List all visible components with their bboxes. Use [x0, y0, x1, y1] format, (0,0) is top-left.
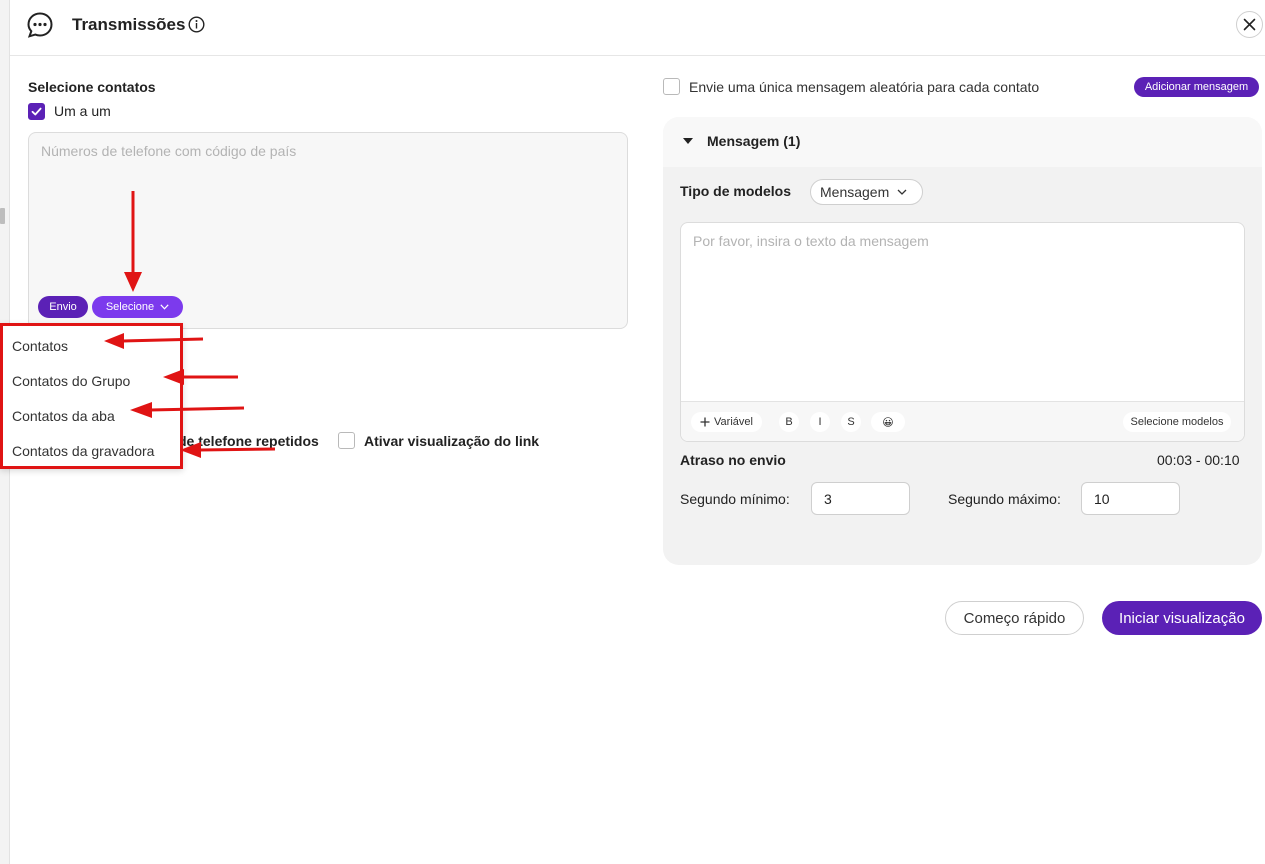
collapse-handle[interactable] [0, 208, 5, 224]
bold-button[interactable]: B [779, 412, 799, 432]
send-delay-range: 00:03 - 00:10 [1157, 452, 1240, 468]
message-panel: Mensagem (1) Tipo de modelos Mensagem Po… [663, 117, 1262, 565]
envio-button[interactable]: Envio [38, 296, 88, 318]
menu-item-contatos[interactable]: Contatos [12, 338, 68, 354]
message-panel-header[interactable]: Mensagem (1) [663, 117, 1262, 167]
add-message-button[interactable]: Adicionar mensagem [1134, 77, 1259, 97]
template-type-label: Tipo de modelos [680, 183, 791, 199]
info-icon[interactable] [188, 16, 205, 33]
select-contacts-dropdown[interactable]: Selecione [92, 296, 183, 318]
caret-down-icon [683, 138, 693, 144]
chevron-down-icon [160, 304, 169, 310]
select-dropdown-label: Selecione [105, 301, 155, 313]
send-delay-label: Atraso no envio [680, 452, 786, 468]
chat-bubble-icon [27, 12, 53, 38]
quick-start-button[interactable]: Começo rápido [945, 601, 1084, 635]
select-contacts-label: Selecione contatos [28, 79, 156, 95]
select-templates-button[interactable]: Selecione modelos [1123, 412, 1231, 432]
menu-item-contatos-grupo[interactable]: Contatos do Grupo [12, 373, 130, 389]
start-preview-button[interactable]: Iniciar visualização [1102, 601, 1262, 635]
contacts-source-menu: Contatos Contatos do Grupo Contatos da a… [0, 323, 183, 469]
close-button[interactable] [1236, 11, 1263, 38]
message-panel-title: Mensagem (1) [707, 133, 801, 149]
template-type-select[interactable]: Mensagem [810, 179, 923, 205]
dedupe-phones-label: de telefone repetidos [178, 433, 319, 449]
insert-variable-label: Variável [714, 416, 753, 428]
message-toolbar: Variável B I S 😀 Selecione modelos [681, 401, 1244, 441]
message-text-placeholder: Por favor, insira o texto da mensagem [693, 233, 929, 249]
chevron-down-icon [897, 189, 907, 195]
link-preview-label: Ativar visualização do link [364, 433, 540, 449]
menu-item-contatos-aba[interactable]: Contatos da aba [12, 408, 115, 424]
strikethrough-button[interactable]: S [841, 412, 861, 432]
plus-icon [700, 417, 710, 427]
menu-item-contatos-gravadora[interactable]: Contatos da gravadora [12, 443, 154, 459]
random-message-checkbox[interactable] [663, 78, 680, 95]
max-seconds-label: Segundo máximo: [948, 491, 1061, 507]
phone-numbers-placeholder: Números de telefone com código de país [41, 143, 297, 159]
one-by-one-checkbox[interactable] [28, 103, 45, 120]
checkmark-icon [31, 107, 42, 116]
template-type-value: Mensagem [820, 184, 890, 200]
message-text-input[interactable]: Por favor, insira o texto da mensagem Va… [680, 222, 1245, 442]
random-message-label: Envie uma única mensagem aleatória para … [689, 79, 1040, 95]
page-title: Transmissões [72, 15, 186, 34]
phone-numbers-input[interactable]: Números de telefone com código de país E… [28, 132, 628, 329]
min-seconds-label: Segundo mínimo: [680, 491, 790, 507]
emoji-button[interactable]: 😀 [871, 412, 905, 432]
dialog-header: Transmissões [10, 0, 1265, 56]
close-icon [1243, 18, 1256, 31]
max-seconds-input[interactable] [1081, 482, 1180, 515]
italic-button[interactable]: I [810, 412, 830, 432]
one-by-one-label: Um a um [54, 103, 111, 119]
min-seconds-input[interactable] [811, 482, 910, 515]
insert-variable-button[interactable]: Variável [691, 412, 762, 432]
link-preview-checkbox[interactable] [338, 432, 355, 449]
